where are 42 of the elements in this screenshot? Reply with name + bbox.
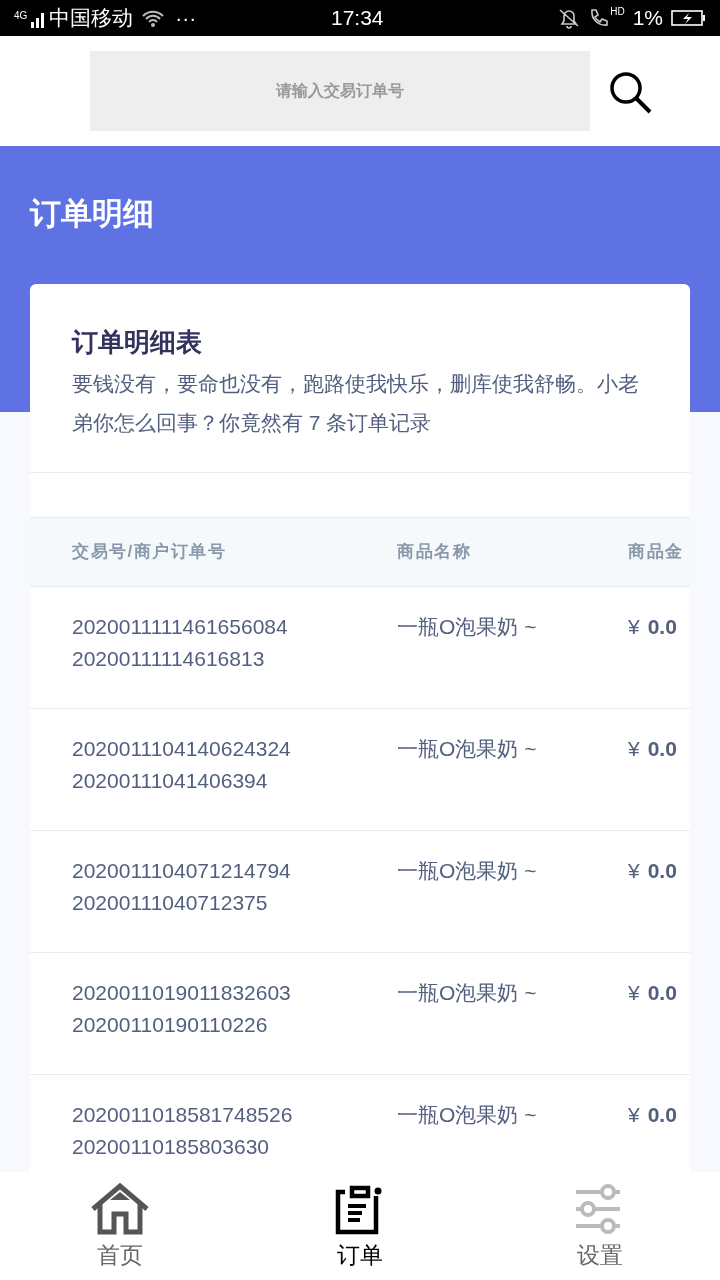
column-header: 商品名称 (397, 541, 472, 564)
trade-number: 2020011018581748526 (72, 1102, 294, 1128)
order-number: 20200111041406394 (72, 768, 269, 794)
product-name: 一瓶O泡果奶 ~ (397, 1102, 538, 1128)
muted-bell-icon (558, 7, 581, 29)
order-number: 20200110185803630 (72, 1134, 270, 1160)
trade-number: 2020011019011832603 (72, 980, 292, 1006)
product-name: 一瓶O泡果奶 ~ (397, 980, 538, 1006)
hd-label: HD (610, 7, 625, 17)
phone-icon (588, 7, 611, 29)
card-description: 要钱没有，要命也没有，跑路使我快乐，删库使我舒畅。小老弟你怎么回事？你竟然有 7 条订单记录 (72, 371, 640, 436)
order-number: 20200110190110226 (72, 1012, 269, 1038)
battery-icon (671, 9, 706, 27)
carrier-name: 中国移动 (49, 5, 134, 32)
trade-number: 2020011111461656084 (72, 614, 289, 640)
column-header: 商品金 (628, 541, 685, 564)
price: ¥ 0.0 (628, 980, 678, 1006)
search-field[interactable]: 请输入交易订单号 (90, 51, 590, 131)
home-icon (90, 1182, 150, 1238)
search-icon[interactable] (607, 69, 653, 115)
more-indicator: ··· (175, 5, 197, 32)
product-name: 一瓶O泡果奶 ~ (397, 736, 538, 762)
price: ¥ 0.0 (628, 858, 678, 884)
order-number: 20200111040712375 (72, 890, 269, 916)
price: ¥ 0.0 (628, 736, 678, 762)
network-label: 4G (14, 9, 28, 24)
price: ¥ 0.0 (628, 614, 678, 640)
clock: 17:34 (329, 5, 385, 32)
tab-item[interactable]: 订单 (240, 1172, 480, 1280)
order-number: 20200111114616813 (72, 646, 266, 672)
trade-number: 2020011104140624324 (72, 736, 292, 762)
battery-percent: 1% (632, 5, 663, 32)
product-name: 一瓶O泡果奶 ~ (397, 858, 538, 884)
column-header: 交易号/商户订单号 (71, 541, 228, 564)
tab-item[interactable]: 首页 (0, 1172, 240, 1280)
trade-number: 2020011104071214794 (72, 858, 292, 884)
card-title: 订单明细表 (72, 326, 203, 359)
price: ¥ 0.0 (628, 1102, 678, 1128)
product-name: 一瓶O泡果奶 ~ (397, 614, 538, 640)
tab-item[interactable]: 设置 (480, 1172, 720, 1280)
wifi-icon (141, 8, 166, 28)
page-title: 订单明细 (30, 195, 155, 233)
